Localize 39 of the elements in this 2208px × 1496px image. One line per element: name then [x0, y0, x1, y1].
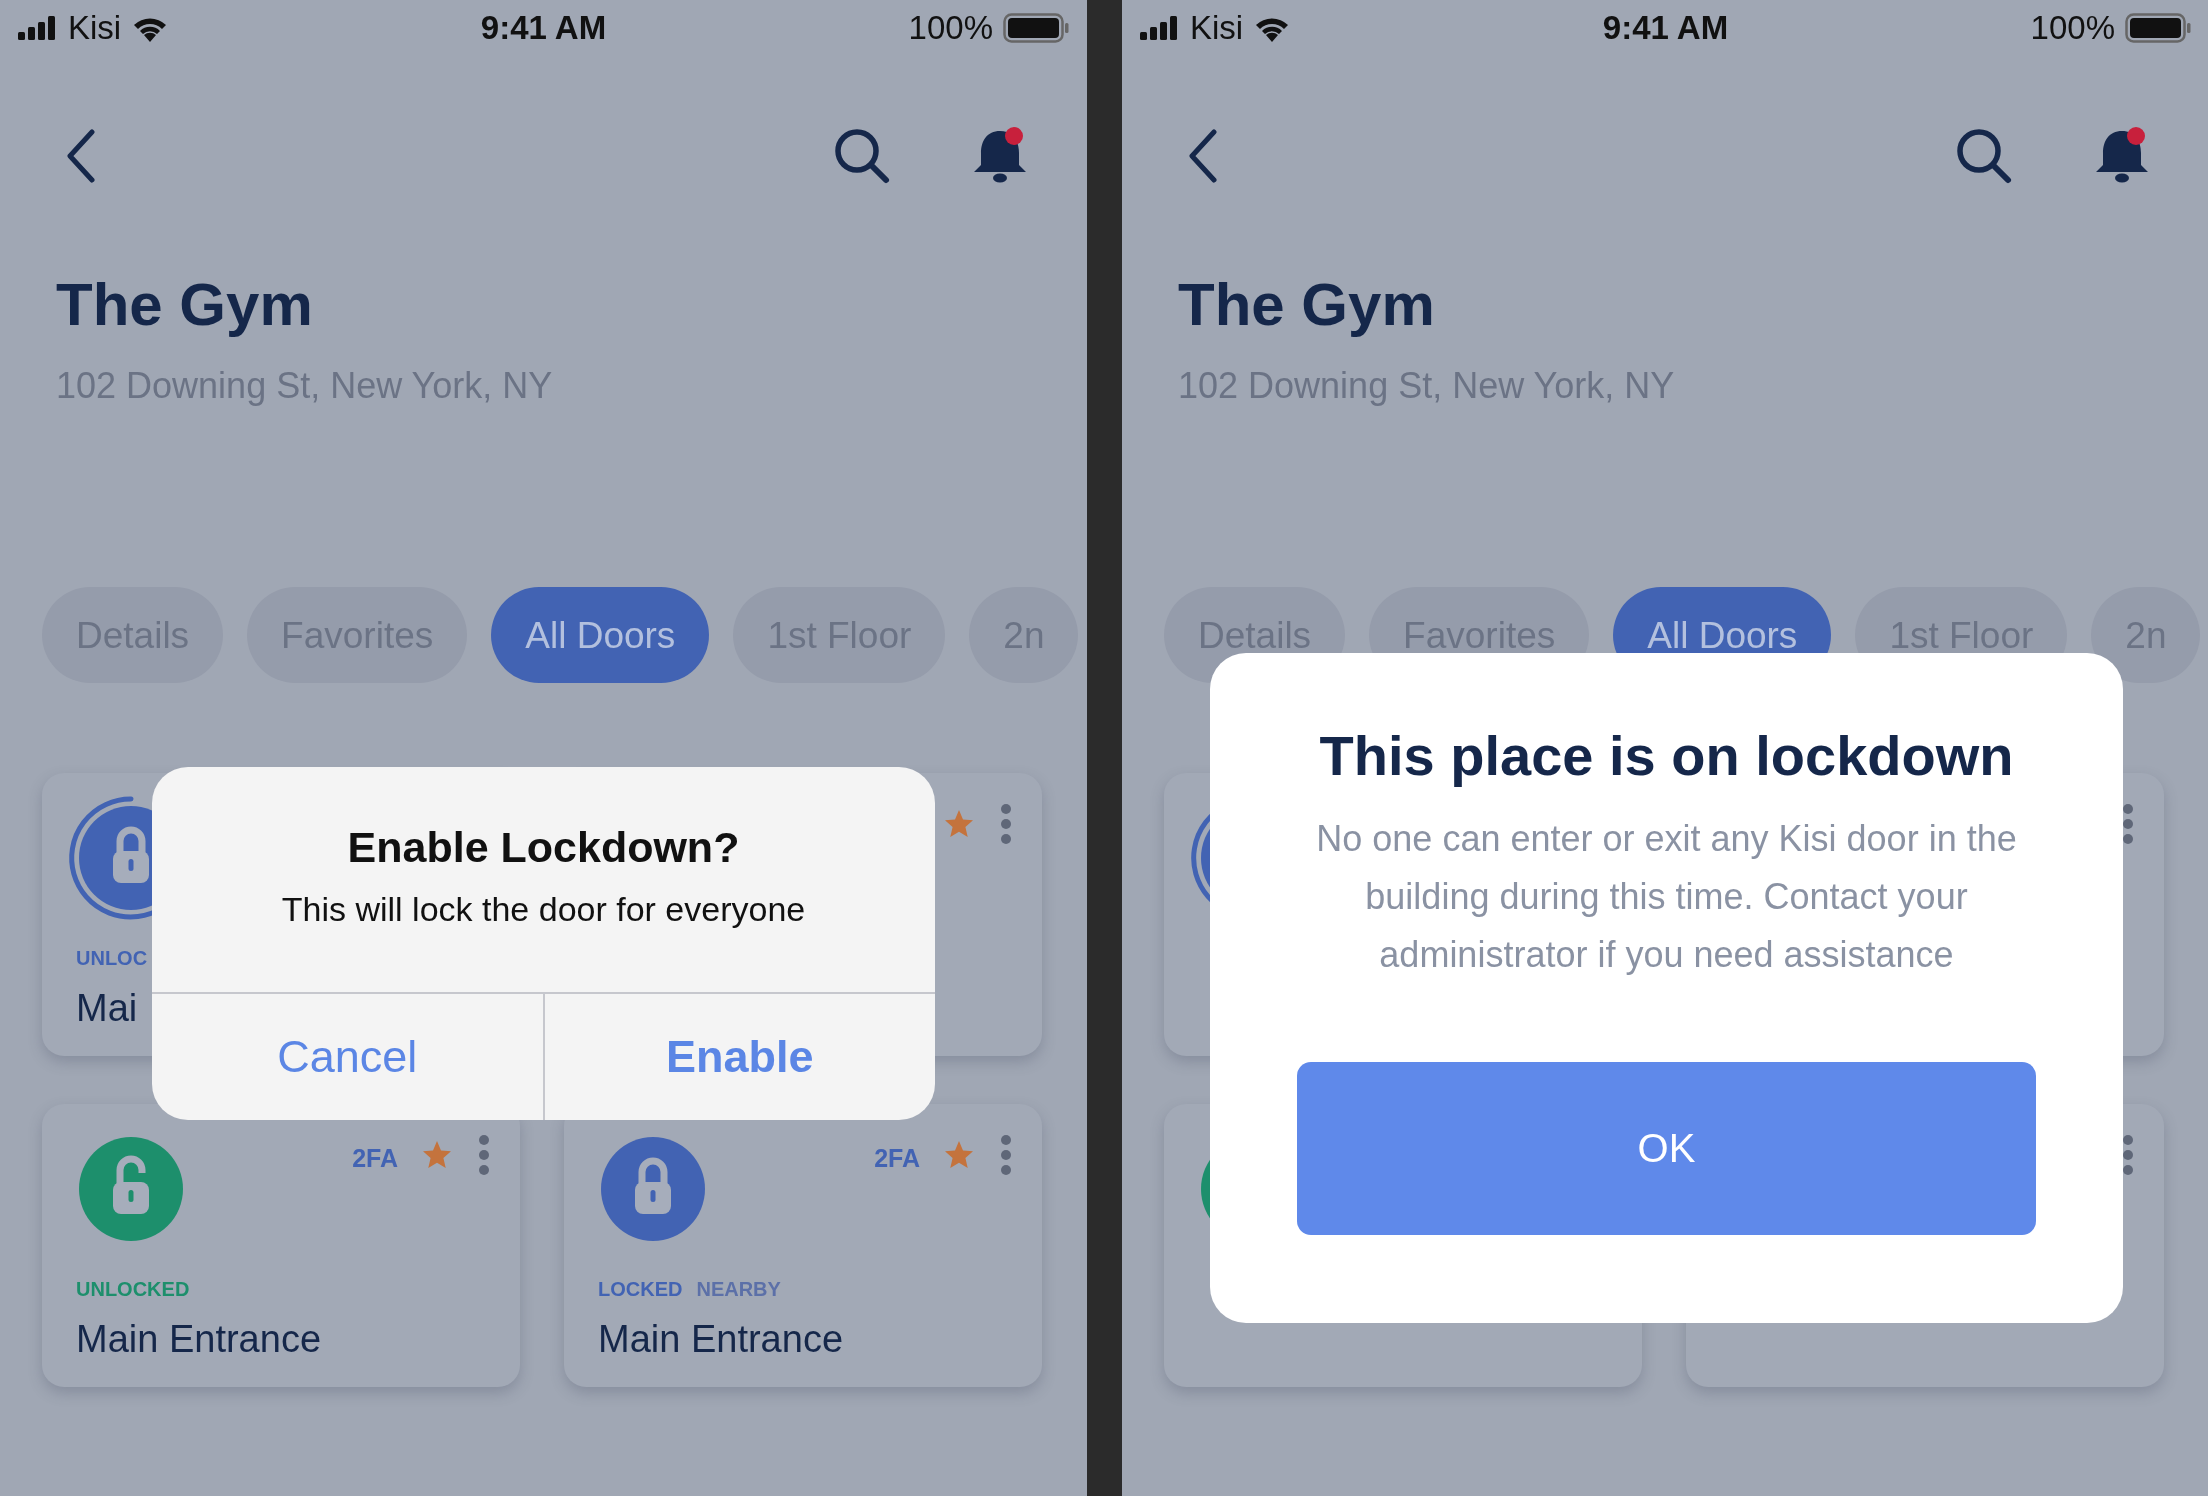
- search-button[interactable]: [1955, 127, 2013, 185]
- dialog-message: This will lock the door for everyone: [280, 890, 807, 929]
- back-button[interactable]: [1188, 129, 1218, 183]
- dialog-title: Enable Lockdown?: [346, 823, 741, 872]
- dialog-button[interactable]: Enable: [542, 994, 935, 1120]
- carrier-name: Kisi: [68, 9, 122, 47]
- carrier-name: Kisi: [1190, 9, 1244, 47]
- battery-icon: [1003, 13, 1069, 43]
- door-card[interactable]: 2FA UNLOCKED Main Entrance: [42, 1104, 520, 1387]
- two-factor-label: 2FA: [874, 1144, 920, 1173]
- door-status: LOCKED: [598, 1278, 683, 1302]
- signal-icon: [18, 16, 58, 40]
- door-name: Main Entrance: [76, 1318, 322, 1361]
- door-status: UNLOC: [76, 947, 148, 971]
- dialog-message: No one can enter or exit any Kisi door in the building during this time. Contact your administrator if you need assistance: [1315, 817, 2018, 977]
- more-icon[interactable]: [2122, 1134, 2134, 1176]
- proximity-label: NEARBY: [696, 1278, 781, 1302]
- battery-percentage: 100%: [908, 9, 993, 47]
- door-status: UNLOCKED: [76, 1278, 190, 1302]
- clock-time: 9:41 AM: [1602, 9, 1729, 47]
- ok-button[interactable]: OK: [1297, 1062, 2036, 1235]
- signal-icon: [1140, 16, 1180, 40]
- place-title: The Gym: [1178, 270, 1436, 339]
- place-title: The Gym: [56, 270, 314, 339]
- door-card[interactable]: 2FA LOCKED NEARBY Main Entrance: [564, 1104, 1042, 1387]
- two-factor-label: 2FA: [352, 1144, 398, 1173]
- filter-tab[interactable]: All Doors: [491, 587, 710, 683]
- door-name: Main Entrance: [598, 1318, 844, 1361]
- clock-time: 9:41 AM: [480, 9, 607, 47]
- star-icon[interactable]: [422, 1140, 452, 1170]
- star-icon[interactable]: [944, 809, 974, 839]
- back-button[interactable]: [66, 129, 96, 183]
- battery-percentage: 100%: [2030, 9, 2115, 47]
- door-name: Mai: [76, 987, 139, 1030]
- search-button[interactable]: [833, 127, 891, 185]
- star-icon[interactable]: [944, 1140, 974, 1170]
- more-icon[interactable]: [2122, 803, 2134, 845]
- dialog-title: This place is on lockdown: [1319, 723, 2014, 788]
- battery-icon: [2125, 13, 2191, 43]
